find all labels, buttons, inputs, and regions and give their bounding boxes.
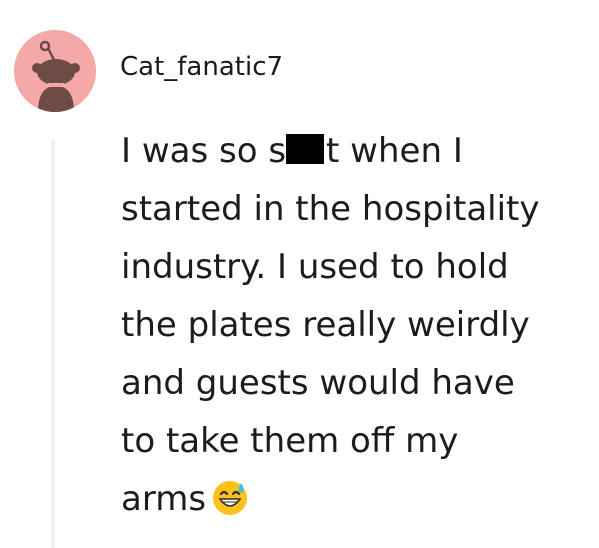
comment-line: to take them off my (121, 421, 459, 461)
comment-line: and guests would have (121, 363, 515, 403)
comment-text-segment: I was so s (121, 131, 287, 171)
comment-line: industry. I used to hold (121, 247, 509, 287)
snoo-avatar-icon[interactable] (14, 30, 96, 112)
comment-line: I was so s t when I (121, 122, 591, 180)
comment-line: arms (121, 470, 591, 528)
thread-line[interactable] (51, 140, 55, 548)
comment-line: started in the hospitality (121, 189, 540, 229)
comment-text-segment: t when I (326, 131, 463, 171)
comment-author[interactable]: Cat_fanatic7 (120, 52, 283, 82)
comment-text-segment: arms (121, 479, 207, 519)
comment-body: I was so s t when I started in the hospit… (121, 122, 591, 528)
censor-bar (286, 134, 325, 164)
comment-line: the plates really weirdly (121, 305, 530, 345)
grinning-face-with-sweat-icon (212, 480, 248, 516)
